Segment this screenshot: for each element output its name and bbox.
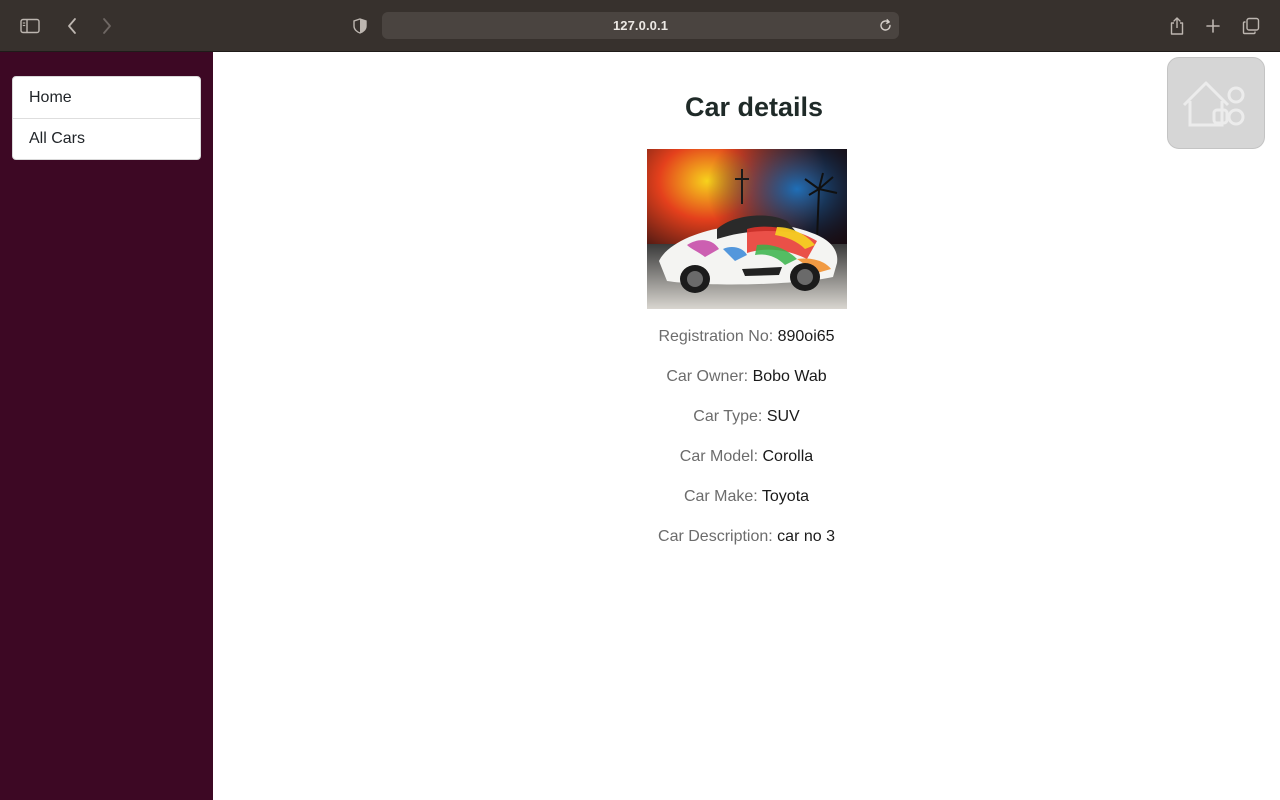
reload-icon[interactable] — [878, 18, 893, 33]
detail-type: Car Type: SUV — [213, 406, 1280, 446]
car-photo — [647, 149, 847, 309]
detail-value: car no 3 — [777, 528, 835, 545]
car-details: Registration No: 890oi65 Car Owner: Bobo… — [213, 326, 1280, 566]
detail-value: Corolla — [762, 448, 814, 465]
page-title: Car details — [684, 92, 824, 122]
shield-icon[interactable] — [346, 12, 374, 40]
detail-value: Toyota — [761, 488, 810, 505]
sidebar: Home All Cars — [0, 52, 213, 800]
share-icon[interactable] — [1163, 12, 1191, 40]
detail-make: Car Make: Toyota — [213, 486, 1280, 526]
sidebar-nav: Home All Cars — [12, 76, 201, 160]
tab-overview-icon[interactable] — [1237, 12, 1265, 40]
home-shapes-icon — [1182, 81, 1245, 127]
detail-value: Bobo Wab — [752, 368, 827, 385]
detail-description: Car Description: car no 3 — [213, 526, 1280, 566]
browser-toolbar: 127.0.0.1 — [0, 0, 1280, 52]
detail-registration: Registration No: 890oi65 — [213, 326, 1280, 366]
detail-label: Car Type: — [693, 408, 763, 425]
main-content: Car details Registration No: 890oi65 Car… — [213, 52, 1280, 800]
sidebar-item-home[interactable]: Home — [13, 77, 200, 118]
sidebar-item-label: All Cars — [29, 130, 86, 147]
detail-label: Registration No: — [658, 328, 774, 345]
detail-value: SUV — [766, 408, 800, 425]
sidebar-toggle-icon[interactable] — [16, 12, 44, 40]
detail-owner: Car Owner: Bobo Wab — [213, 366, 1280, 406]
detail-label: Car Model: — [679, 448, 759, 465]
detail-model: Car Model: Corolla — [213, 446, 1280, 486]
url-text: 127.0.0.1 — [612, 18, 669, 33]
floating-widget[interactable] — [1167, 57, 1265, 149]
detail-label: Car Owner: — [666, 368, 749, 385]
detail-label: Car Make: — [683, 488, 758, 505]
detail-value: 890oi65 — [777, 328, 835, 345]
back-icon[interactable] — [58, 12, 86, 40]
new-tab-icon[interactable] — [1199, 12, 1227, 40]
sidebar-item-label: Home — [29, 88, 72, 106]
address-bar[interactable]: 127.0.0.1 — [382, 12, 899, 39]
detail-label: Car Description: — [658, 528, 773, 545]
forward-icon[interactable] — [93, 12, 121, 40]
sidebar-item-all-cars[interactable]: All Cars — [13, 118, 200, 159]
